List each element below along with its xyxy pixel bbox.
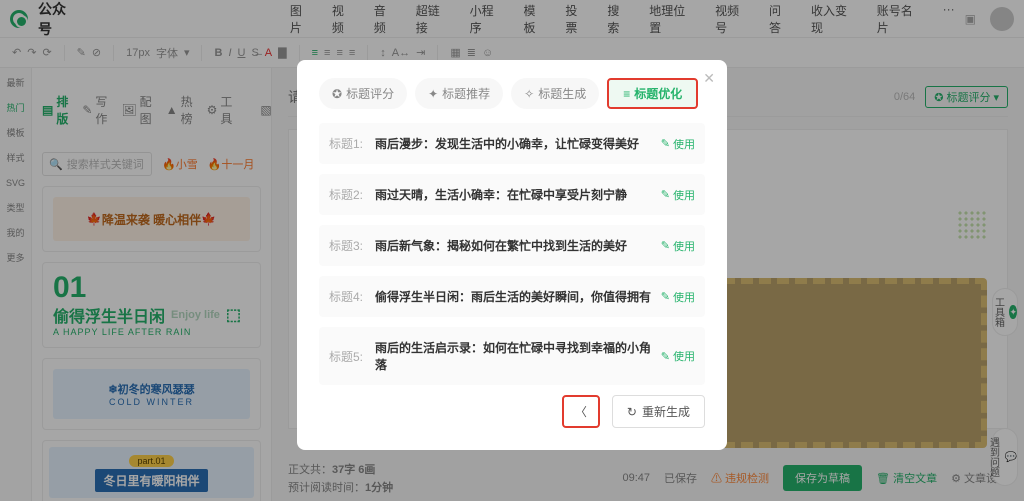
title-suggestion-row: 标题1: 雨后漫步：发现生活中的小确幸，让忙碌变得美好 ✎ 使用 (319, 123, 705, 164)
suggestion-text: 雨后新气象：揭秘如何在繁忙中找到生活的美好 (375, 237, 661, 254)
modal-back-button[interactable]: 〈 (562, 395, 600, 428)
title-suggestion-row: 标题5: 雨后的生活启示录：如何在忙碌中寻找到幸福的小角落 ✎ 使用 (319, 327, 705, 385)
suggestion-text: 雨后的生活启示录：如何在忙碌中寻找到幸福的小角落 (375, 339, 661, 373)
suggestion-text: 偷得浮生半日闲：雨后生活的美好瞬间，你值得拥有 (375, 288, 661, 305)
modal-tab-recommend[interactable]: ✦ 标题推荐 (415, 78, 503, 109)
use-suggestion-button[interactable]: ✎ 使用 (661, 136, 695, 152)
modal-tab-generate[interactable]: ✧ 标题生成 (511, 78, 599, 109)
modal-tabs: ✪ 标题评分 ✦ 标题推荐 ✧ 标题生成 ≡ 标题优化 (319, 78, 705, 109)
title-suggestion-row: 标题2: 雨过天晴，生活小确幸：在忙碌中享受片刻宁静 ✎ 使用 (319, 174, 705, 215)
title-optimize-modal: ✕ ✪ 标题评分 ✦ 标题推荐 ✧ 标题生成 ≡ 标题优化 标题1: 雨后漫步：… (297, 60, 727, 450)
suggestion-text: 雨过天晴，生活小确幸：在忙碌中享受片刻宁静 (375, 186, 661, 203)
modal-footer: 〈 ↻ 重新生成 (319, 395, 705, 428)
suggestion-text: 雨后漫步：发现生活中的小确幸，让忙碌变得美好 (375, 135, 661, 152)
suggestion-label: 标题3: (329, 237, 367, 254)
modal-tab-score[interactable]: ✪ 标题评分 (319, 78, 407, 109)
modal-mask[interactable]: ✕ ✪ 标题评分 ✦ 标题推荐 ✧ 标题生成 ≡ 标题优化 标题1: 雨后漫步：… (0, 0, 1024, 501)
use-suggestion-button[interactable]: ✎ 使用 (661, 238, 695, 254)
suggestion-label: 标题5: (329, 348, 367, 365)
title-suggestion-row: 标题3: 雨后新气象：揭秘如何在繁忙中找到生活的美好 ✎ 使用 (319, 225, 705, 266)
use-suggestion-button[interactable]: ✎ 使用 (661, 289, 695, 305)
title-suggestion-row: 标题4: 偷得浮生半日闲：雨后生活的美好瞬间，你值得拥有 ✎ 使用 (319, 276, 705, 317)
suggestion-label: 标题4: (329, 288, 367, 305)
use-suggestion-button[interactable]: ✎ 使用 (661, 187, 695, 203)
modal-close-button[interactable]: ✕ (703, 70, 715, 87)
suggestion-label: 标题2: (329, 186, 367, 203)
use-suggestion-button[interactable]: ✎ 使用 (661, 348, 695, 364)
modal-tab-optimize[interactable]: ≡ 标题优化 (607, 78, 698, 109)
suggestion-label: 标题1: (329, 135, 367, 152)
regenerate-button[interactable]: ↻ 重新生成 (612, 395, 705, 428)
